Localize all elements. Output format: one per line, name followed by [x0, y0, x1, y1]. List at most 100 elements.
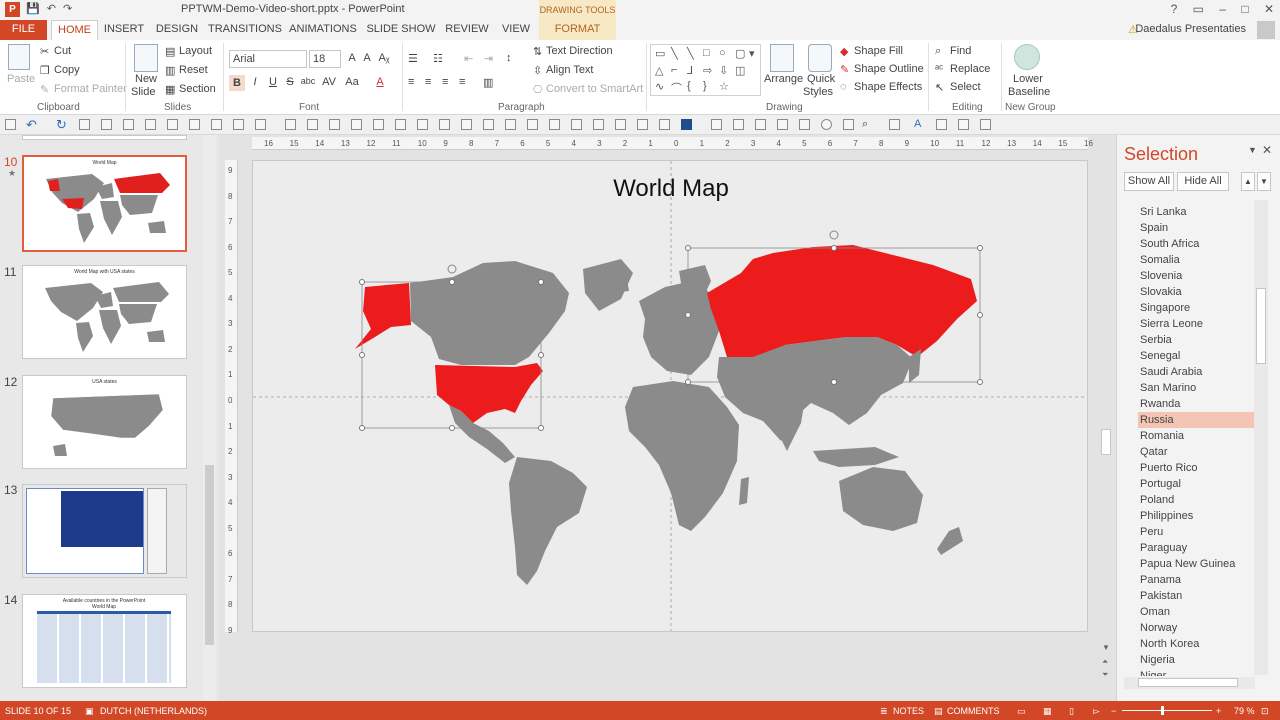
- normal-view-icon[interactable]: ▭: [1017, 706, 1026, 717]
- slide-thumb-13[interactable]: [22, 484, 187, 578]
- strikethrough-button[interactable]: S: [282, 76, 298, 88]
- find-icon[interactable]: ⌕: [935, 45, 941, 58]
- section-icon[interactable]: ▦: [165, 83, 175, 96]
- tab-file[interactable]: FILE: [0, 20, 47, 40]
- arrange-button[interactable]: Arrange: [764, 73, 803, 85]
- toolbar-tool-17-icon[interactable]: [439, 119, 450, 130]
- tab-insert[interactable]: INSERT: [102, 20, 146, 40]
- toolbar-tool-30-icon[interactable]: [755, 119, 766, 130]
- text-direction-icon[interactable]: ⇅: [533, 45, 542, 58]
- change-case-button[interactable]: Aa: [342, 76, 362, 88]
- language-status[interactable]: DUTCH (NETHERLANDS): [100, 706, 207, 716]
- zoom-slider[interactable]: [1122, 710, 1212, 711]
- toolbar-tool-14-icon[interactable]: [373, 119, 384, 130]
- tab-home[interactable]: HOME: [51, 20, 98, 40]
- toolbar-tool-15-icon[interactable]: [395, 119, 406, 130]
- numbering-icon[interactable]: ☷: [433, 52, 443, 65]
- layout-icon[interactable]: ▤: [165, 45, 175, 58]
- show-all-button[interactable]: Show All: [1124, 172, 1174, 191]
- shapes-gallery[interactable]: ▭ ╲ ╲ □ ○ ▢ △ ⌐ ⅃ ⇨ ⇩ ◫ ∿ ⌒ { } ☆ ▾: [650, 44, 761, 96]
- toolbar-tool-37-icon[interactable]: [958, 119, 969, 130]
- shape-effects-button[interactable]: Shape Effects: [854, 81, 922, 93]
- fit-slide-icon[interactable]: ⊡: [1261, 706, 1269, 717]
- hide-all-button[interactable]: Hide All: [1177, 172, 1229, 191]
- zoom-out-icon[interactable]: −: [1111, 706, 1116, 716]
- tab-format[interactable]: FORMAT: [539, 20, 616, 40]
- toolbar-tool-19-icon[interactable]: [483, 119, 494, 130]
- ribbon-display-icon[interactable]: ▭: [1193, 2, 1204, 16]
- quick-styles-label-2[interactable]: Styles: [803, 86, 833, 98]
- list-item[interactable]: Sierra Leone: [1138, 316, 1256, 332]
- editor-scrollbar[interactable]: ▼ ⏶ ⏷: [1099, 135, 1113, 683]
- toolbar-tool-38-icon[interactable]: [980, 119, 991, 130]
- toolbar-tool-13-icon[interactable]: [351, 119, 362, 130]
- selection-scroll-thumb[interactable]: [1256, 288, 1266, 364]
- tab-review[interactable]: REVIEW: [444, 20, 490, 40]
- selection-list-scrollbar[interactable]: [1254, 200, 1268, 675]
- quick-styles-icon[interactable]: [808, 44, 832, 72]
- list-item-selected[interactable]: Russia: [1138, 412, 1256, 428]
- comments-icon[interactable]: ▤: [934, 706, 943, 717]
- reset-icon[interactable]: ▥: [165, 64, 175, 77]
- toolbar-tool-36-icon[interactable]: [936, 119, 947, 130]
- decrease-indent-icon[interactable]: ⇤: [464, 52, 473, 65]
- save-icon[interactable]: [5, 119, 16, 130]
- toolbar-tool-7-icon[interactable]: [211, 119, 222, 130]
- toolbar-tool-9-icon[interactable]: [255, 119, 266, 130]
- format-painter-button[interactable]: Format Painter: [54, 83, 127, 95]
- brace-left-shape-icon[interactable]: {: [687, 80, 691, 92]
- new-slide-label-2[interactable]: Slide: [131, 86, 155, 98]
- font-size-select[interactable]: 18: [309, 50, 341, 68]
- arrange-icon[interactable]: [770, 44, 794, 72]
- list-item[interactable]: Norway: [1138, 620, 1256, 636]
- toolbar-tool-6-icon[interactable]: [189, 119, 200, 130]
- list-item[interactable]: Rwanda: [1138, 396, 1256, 412]
- toolbar-tool-3-icon[interactable]: [123, 119, 134, 130]
- toolbar-tool-24-icon[interactable]: [593, 119, 604, 130]
- pane-options-icon[interactable]: ▼: [1248, 145, 1257, 155]
- layout-button[interactable]: Layout: [179, 45, 212, 57]
- zoom-in-icon[interactable]: +: [1216, 706, 1221, 716]
- next-slide-icon[interactable]: ⏷: [1102, 670, 1108, 680]
- slide-thumb-12[interactable]: USA states: [22, 375, 187, 469]
- section-button[interactable]: Section: [179, 83, 216, 95]
- font-name-select[interactable]: Arial: [229, 50, 307, 68]
- text-direction-button[interactable]: Text Direction: [546, 45, 613, 57]
- toolbar-tool-35-icon[interactable]: [889, 119, 900, 130]
- tab-design[interactable]: DESIGN: [154, 20, 200, 40]
- wordart-icon[interactable]: A: [914, 118, 921, 130]
- shape-outline-button[interactable]: Shape Outline: [854, 63, 924, 75]
- toolbar-tool-33-icon[interactable]: [821, 119, 832, 130]
- undo-icon[interactable]: ↶: [26, 117, 37, 133]
- rounded-rect-shape-icon[interactable]: ▢: [735, 47, 745, 60]
- align-right-icon[interactable]: ≡: [442, 76, 448, 88]
- toolbar-tool-34-icon[interactable]: [843, 119, 854, 130]
- list-item[interactable]: Slovenia: [1138, 268, 1256, 284]
- arrow-down-shape-icon[interactable]: ⇩: [719, 64, 728, 77]
- copy-icon[interactable]: ❐: [40, 64, 50, 77]
- previous-slide-icon[interactable]: ⏶: [1102, 657, 1108, 667]
- list-item[interactable]: Panama: [1138, 572, 1256, 588]
- list-item[interactable]: Serbia: [1138, 332, 1256, 348]
- find-button[interactable]: Find: [950, 45, 971, 57]
- lower-baseline-icon[interactable]: [1014, 44, 1040, 70]
- comments-button[interactable]: COMMENTS: [947, 706, 1000, 716]
- paste-button[interactable]: Paste: [7, 73, 35, 85]
- bold-button[interactable]: B: [229, 75, 245, 91]
- new-slide-label-1[interactable]: New: [135, 73, 157, 85]
- grow-font-button[interactable]: A: [344, 52, 360, 64]
- list-item[interactable]: Senegal: [1138, 348, 1256, 364]
- slideshow-view-icon[interactable]: ▻: [1093, 706, 1100, 717]
- tab-slide-show[interactable]: SLIDE SHOW: [366, 20, 436, 40]
- smartart-icon[interactable]: ⎔: [533, 83, 543, 96]
- lower-baseline-label-2[interactable]: Baseline: [1008, 86, 1050, 98]
- select-button[interactable]: Select: [950, 81, 981, 93]
- format-painter-icon[interactable]: ✎: [40, 83, 49, 96]
- rect-shape-icon[interactable]: □: [703, 47, 710, 59]
- list-item[interactable]: Nigeria: [1138, 652, 1256, 668]
- curve-shape-icon[interactable]: ∿: [655, 80, 664, 93]
- slide-sorter-icon[interactable]: ▦: [1043, 706, 1052, 717]
- callout-shape-icon[interactable]: ◫: [735, 64, 745, 77]
- toolbar-tool-2-icon[interactable]: [101, 119, 112, 130]
- list-item[interactable]: South Africa: [1138, 236, 1256, 252]
